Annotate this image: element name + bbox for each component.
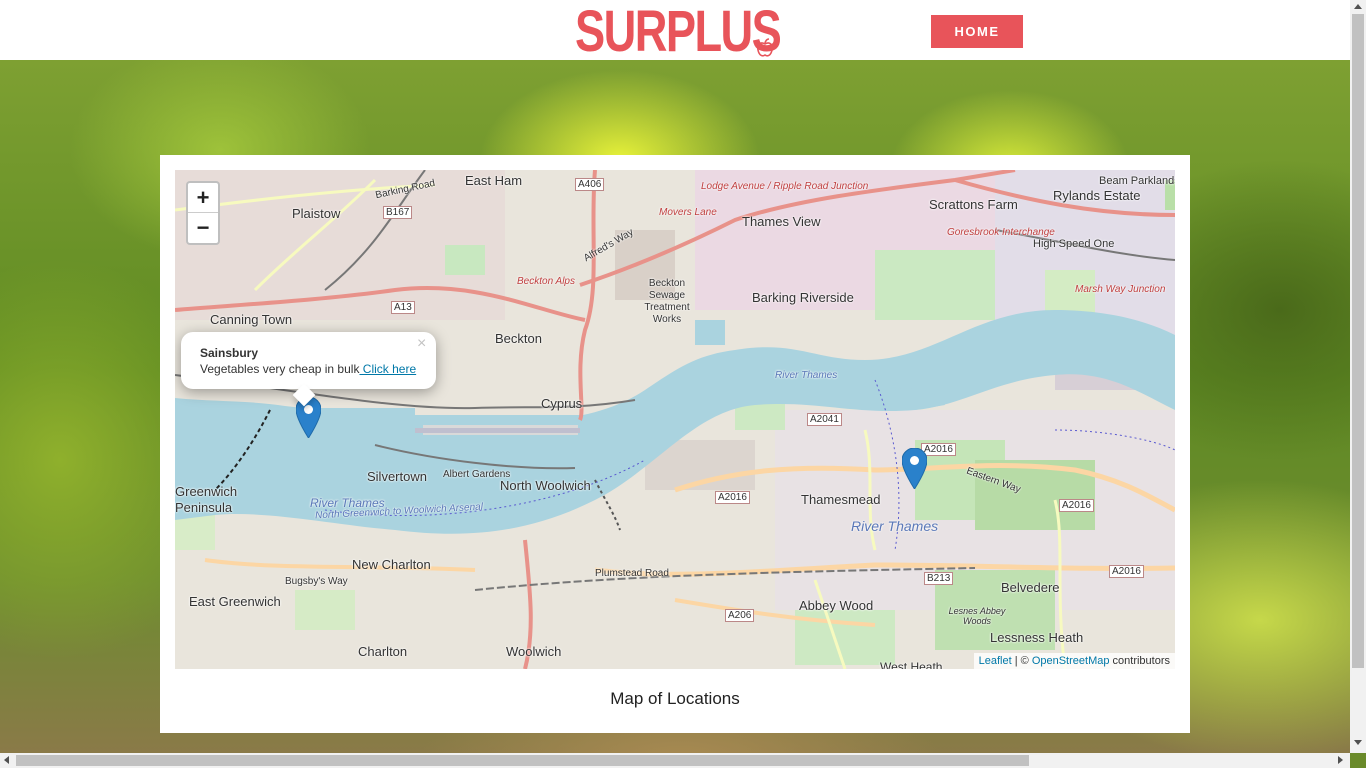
map-label: Lesnes Abbey Woods [948, 606, 1006, 626]
map-label: Abbey Wood [799, 598, 874, 613]
horizontal-scroll-thumb[interactable] [16, 755, 1029, 766]
map-label: North Woolwich [500, 478, 591, 493]
map-label: Lessness Heath [990, 630, 1084, 645]
map-label: Lodge Avenue / Ripple Road Junction [701, 181, 869, 192]
popup-link[interactable]: Click here [359, 362, 416, 376]
site-header: SURPLUS HOME [0, 0, 1350, 61]
road-shield: B167 [383, 206, 413, 219]
road-shield: B213 [924, 572, 954, 585]
map-label: Scrattons Farm [929, 197, 1018, 212]
map-marker-thamesmead[interactable] [902, 448, 927, 489]
scroll-right-icon[interactable] [1338, 756, 1343, 764]
road-shield: A2016 [1109, 565, 1144, 578]
map-label: Beckton Alps [517, 276, 575, 287]
map-label: New Charlton [352, 557, 431, 572]
map-label: Marsh Way Junction [1075, 284, 1166, 295]
scroll-up-icon[interactable] [1354, 4, 1362, 9]
map-label: Charlton [358, 644, 408, 659]
site-logo[interactable]: SURPLUS [575, 3, 782, 61]
attribution-suffix: contributors [1109, 655, 1170, 667]
openstreetmap-link[interactable]: OpenStreetMap [1032, 655, 1110, 667]
map-label: Thames View [742, 214, 821, 229]
map-label: River Thames [775, 370, 838, 381]
road-shield: A2016 [1059, 499, 1094, 512]
marker-popup: Sainsbury Vegetables very cheap in bulk … [181, 332, 436, 407]
map-label: Albert Gardens [443, 469, 511, 480]
map-label: East Ham [465, 173, 523, 188]
horizontal-scrollbar[interactable] [0, 753, 1350, 768]
map-label: Peninsula [175, 500, 233, 515]
vertical-scroll-thumb[interactable] [1352, 14, 1364, 668]
map-card: East Ham Plaistow Canning Town Beckton C… [160, 155, 1190, 733]
map-marker-sainsbury[interactable] [296, 397, 321, 438]
map-label: Thamesmead [801, 492, 881, 507]
zoom-in-button[interactable]: + [188, 183, 218, 213]
leaflet-map[interactable]: East Ham Plaistow Canning Town Beckton C… [175, 170, 1175, 669]
map-label: Movers Lane [659, 207, 717, 218]
vertical-scrollbar[interactable] [1350, 0, 1366, 753]
map-label: East Greenwich [189, 594, 281, 609]
map-label: Canning Town [210, 312, 293, 327]
map-label: High Speed One [1033, 238, 1115, 250]
map-label: Rylands Estate [1053, 188, 1141, 203]
road-shield: A2041 [807, 413, 842, 426]
apple-icon [757, 38, 773, 57]
road-shield: A2016 [715, 491, 750, 504]
popup-title: Sainsbury [200, 346, 259, 360]
road-shield: A406 [575, 178, 605, 191]
map-label: Plumstead Road [595, 568, 669, 579]
map-label: Woolwich [506, 644, 562, 659]
attribution-separator: | © [1011, 655, 1032, 667]
popup-description: Vegetables very cheap in bulk Click here [200, 362, 416, 376]
map-label: Cyprus [541, 396, 583, 411]
map-label: Greenwich [175, 484, 238, 499]
map-caption: Map of Locations [610, 689, 740, 708]
map-label: River Thames [851, 518, 939, 534]
map-label: West Heath [880, 660, 943, 669]
map-label: Belvedere [1001, 580, 1060, 595]
map-label: Beckton [495, 331, 542, 346]
popup-close-icon[interactable]: × [417, 335, 426, 353]
map-label: Bugsby's Way [285, 576, 348, 587]
map-label: Silvertown [367, 469, 427, 484]
scroll-down-icon[interactable] [1354, 740, 1362, 745]
scroll-left-icon[interactable] [4, 756, 9, 764]
map-attribution: Leaflet | © OpenStreetMap contributors [973, 653, 1175, 669]
map-label: Beam Parklands [1099, 175, 1175, 187]
leaflet-link[interactable]: Leaflet [979, 655, 1012, 667]
zoom-out-button[interactable]: − [188, 213, 218, 243]
home-button[interactable]: HOME [931, 15, 1023, 48]
map-label: Plaistow [292, 206, 341, 221]
popup-description-text: Vegetables very cheap in bulk [200, 362, 360, 376]
map-label: Barking Riverside [752, 290, 854, 305]
map-label: Goresbrook Interchange [947, 227, 1055, 238]
road-shield: A206 [725, 609, 755, 622]
road-shield: A13 [391, 301, 415, 314]
zoom-control: + − [186, 181, 220, 245]
map-label: Beckton Sewage Treatment Works [644, 278, 690, 325]
